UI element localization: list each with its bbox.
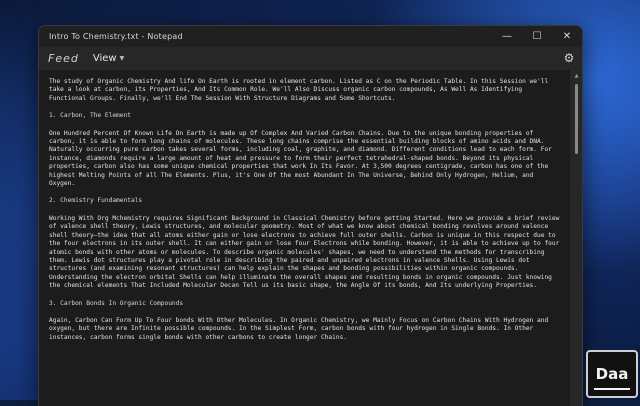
section-heading: 3. Carbon Bonds In Organic Compounds xyxy=(49,299,184,307)
watermark-text: Daa xyxy=(595,365,629,383)
notepad-window: Intro To Chemistry.txt - Notepad — ☐ ✕ F… xyxy=(38,25,583,406)
window-title: Intro To Chemistry.txt - Notepad xyxy=(49,32,183,41)
section-heading: 1. Carbon, The Element xyxy=(49,112,131,120)
text-paragraph: Again, Carbon Can Form Up To Four bonds … xyxy=(49,316,549,341)
minimize-button[interactable]: — xyxy=(492,26,522,47)
menu-view-label: View xyxy=(92,52,117,64)
close-button[interactable]: ✕ xyxy=(552,26,582,47)
title-bar: Intro To Chemistry.txt - Notepad — ☐ ✕ xyxy=(39,26,582,47)
text-paragraph: One Hundred Percent Of Known Life On Ear… xyxy=(49,129,552,188)
text-editor[interactable]: The study of Organic Chemistry And life … xyxy=(39,70,570,406)
scroll-up-arrow-icon[interactable]: ▲ xyxy=(573,72,580,80)
text-paragraph: The study of Organic Chemistry And life … xyxy=(49,78,549,102)
vertical-scrollbar[interactable]: ▲ xyxy=(573,72,580,406)
scroll-thumb[interactable] xyxy=(575,84,578,154)
text-paragraph: Working With Org Mchemistry requires Sig… xyxy=(49,214,560,290)
chevron-down-icon: ▼ xyxy=(119,54,125,62)
menu-bar: Feed View ▼ ⚙ xyxy=(39,47,582,69)
gear-icon[interactable]: ⚙ xyxy=(562,51,576,65)
menu-file[interactable]: Feed xyxy=(48,52,79,65)
logo-watermark: Daa xyxy=(586,350,638,398)
watermark-underline xyxy=(594,388,630,390)
maximize-button[interactable]: ☐ xyxy=(522,26,552,47)
menu-view[interactable]: View ▼ xyxy=(93,53,124,64)
section-heading: 2. Chemistry Fundamentals xyxy=(49,197,143,205)
